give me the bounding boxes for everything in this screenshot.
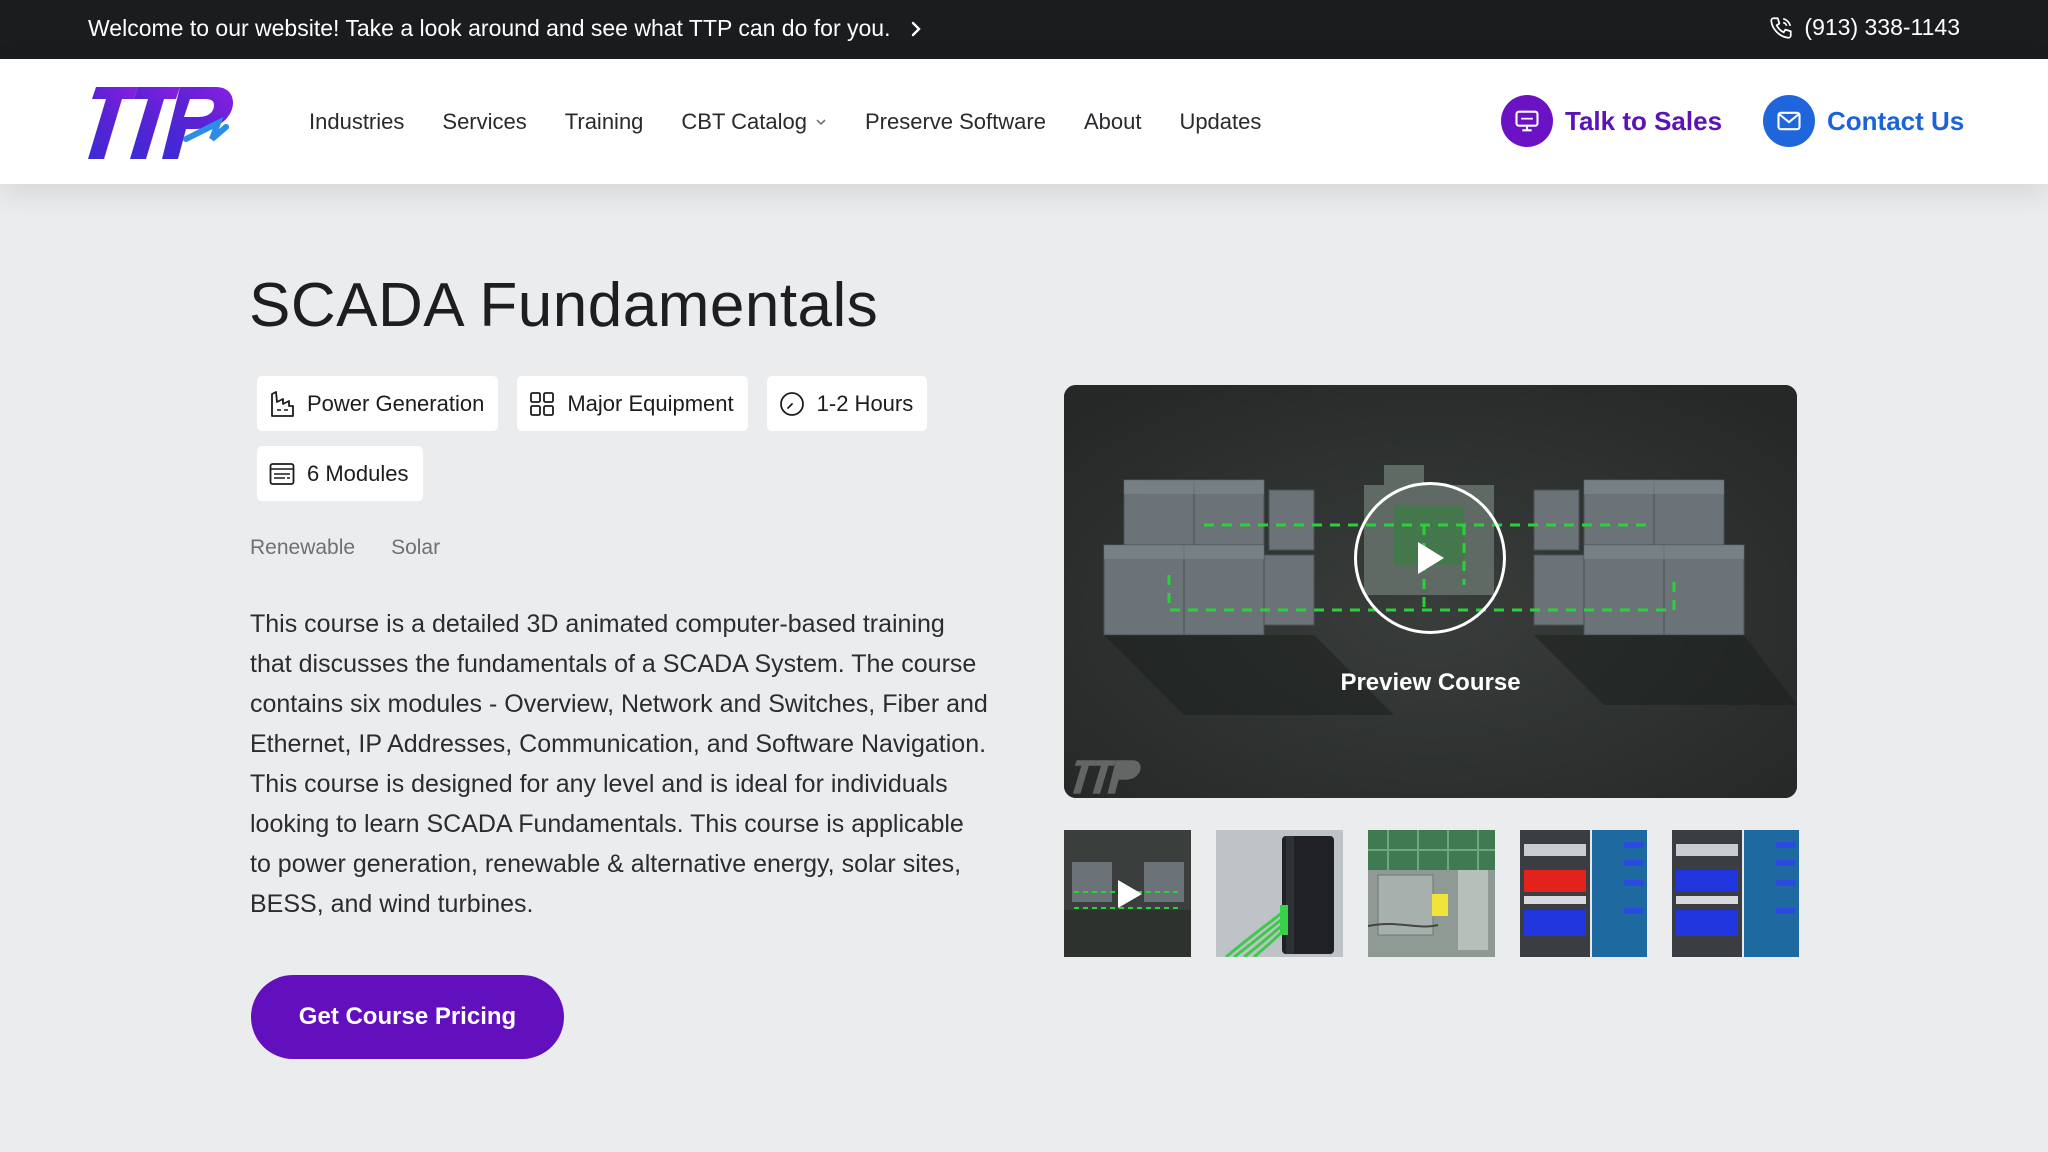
phone-icon [1770, 16, 1793, 39]
badge-modules: 6 Modules [257, 446, 423, 501]
nav-industries[interactable]: Industries [309, 109, 404, 135]
contact-us-label: Contact Us [1827, 105, 1965, 136]
chevron-down-icon [816, 118, 826, 125]
grid-icon [530, 391, 555, 416]
badge-major-equipment: Major Equipment [517, 376, 748, 431]
course-tags: Renewable Solar [250, 536, 440, 560]
modules-icon [269, 462, 295, 485]
factory-icon [271, 390, 294, 417]
course-description: This course is a detailed 3D animated co… [250, 610, 988, 918]
tag-renewable[interactable]: Renewable [250, 536, 355, 560]
nav-preserve-software[interactable]: Preserve Software [865, 109, 1046, 135]
nav-cbt-catalog[interactable]: CBT Catalog [681, 109, 827, 135]
nav-updates[interactable]: Updates [1179, 109, 1261, 135]
course-badges: Power Generation Major Equipment 1-2 Hou… [257, 376, 977, 501]
announcement-bar: Welcome to our website! Take a look arou… [0, 0, 2048, 59]
announcement-link[interactable]: Welcome to our website! Take a look arou… [88, 15, 922, 42]
thumb-fiber-cable[interactable] [1216, 830, 1343, 957]
preview-course-label: Preview Course [1340, 669, 1521, 696]
nav-about[interactable]: About [1084, 109, 1142, 135]
thumb-rack-red[interactable] [1520, 830, 1647, 957]
talk-to-sales-button[interactable]: Talk to Sales [1501, 95, 1722, 147]
talk-to-sales-label: Talk to Sales [1565, 105, 1723, 136]
play-icon [1418, 542, 1444, 574]
video-preview[interactable]: Preview Course [1064, 385, 1797, 798]
mail-icon [1763, 95, 1815, 147]
monitor-icon [1501, 95, 1553, 147]
phone-number: (913) 338-1143 [1804, 14, 1960, 40]
nav-services[interactable]: Services [442, 109, 526, 135]
badge-power-generation: Power Generation [257, 376, 499, 431]
nav-training[interactable]: Training [565, 109, 644, 135]
tag-solar[interactable]: Solar [391, 536, 440, 560]
play-button[interactable] [1354, 482, 1506, 634]
phone-link[interactable]: (913) 338-1143 [1768, 14, 1960, 41]
clock-icon [779, 391, 804, 416]
thumb-video-preview[interactable] [1064, 830, 1191, 957]
thumb-network-switch[interactable] [1368, 830, 1495, 957]
thumb-rack-blue[interactable] [1672, 830, 1799, 957]
badge-duration: 1-2 Hours [766, 376, 928, 431]
chevron-right-icon [912, 21, 922, 36]
thumbnail-strip [1064, 830, 1799, 957]
page-title: SCADA Fundamentals [249, 271, 879, 340]
contact-us-button[interactable]: Contact Us [1763, 95, 1964, 147]
get-course-pricing-button[interactable]: Get Course Pricing [251, 975, 564, 1059]
main-nav: Industries Services Training CBT Catalog… [309, 59, 1261, 184]
announcement-text: Welcome to our website! Take a look arou… [88, 15, 891, 41]
ttp-logo[interactable] [86, 83, 236, 163]
ttp-watermark-logo [1072, 760, 1141, 794]
site-header: Industries Services Training CBT Catalog… [0, 59, 2048, 184]
